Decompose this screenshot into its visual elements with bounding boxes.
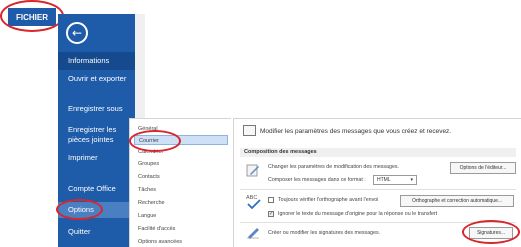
category-search[interactable]: Recherche	[134, 198, 228, 208]
signatures-text: Créer ou modifier les signatures des mes…	[268, 230, 381, 236]
category-groups[interactable]: Groupes	[134, 159, 228, 169]
mail-options-pane: Modifier les paramètres des messages que…	[233, 118, 521, 247]
svg-text:ABC: ABC	[246, 195, 257, 201]
options-category-list: Général Courrier Calendrier Groupes Cont…	[129, 118, 231, 247]
spellcheck-abc-icon: ABC	[246, 193, 262, 216]
category-general[interactable]: Général	[134, 124, 228, 134]
compose-format-label: Composer les messages dans ce format :	[268, 177, 366, 183]
pane-header: Modifier les paramètres des messages que…	[260, 128, 452, 135]
mail-settings-icon	[243, 125, 256, 136]
compose-format-value: HTML	[377, 177, 391, 183]
compose-format-select[interactable]: HTML ▾	[373, 175, 417, 185]
signatures-button[interactable]: Signatures...	[469, 227, 513, 239]
backstage-item-informations[interactable]: Informations	[58, 52, 135, 70]
back-arrow-icon[interactable]: ←	[66, 22, 88, 44]
file-tab[interactable]: FICHIER	[8, 8, 56, 26]
category-ease-of-access[interactable]: Facilité d'accès	[134, 224, 228, 234]
ignore-original-checkbox[interactable]: ✓	[268, 211, 274, 217]
ignore-original-label: Ignorer le texte du message d'origine po…	[278, 211, 438, 217]
backstage-item-quit[interactable]: Quitter	[58, 227, 135, 237]
divider	[240, 189, 516, 190]
category-contacts[interactable]: Contacts	[134, 172, 228, 182]
backstage-item-office-account[interactable]: Compte Office	[58, 184, 135, 194]
category-tasks[interactable]: Tâches	[134, 185, 228, 195]
backstage-item-options[interactable]: Options	[58, 202, 135, 218]
backstage-item-save-as[interactable]: Enregistrer sous	[58, 104, 135, 114]
section-compose-messages: Composition des messages	[240, 148, 516, 157]
change-settings-text: Changer les paramètres de modification d…	[268, 164, 400, 170]
chevron-down-icon: ▾	[410, 177, 413, 183]
spellcheck-label: Toujours vérifier l'orthographe avant l'…	[278, 197, 379, 203]
edit-pen-icon	[246, 163, 260, 182]
editor-options-button[interactable]: Options de l'éditeur...	[450, 162, 516, 174]
spellcheck-checkbox[interactable]	[268, 197, 274, 203]
divider	[240, 222, 516, 223]
category-advanced[interactable]: Options avancées	[134, 237, 228, 247]
category-language[interactable]: Langue	[134, 211, 228, 221]
category-mail[interactable]: Courrier	[134, 135, 228, 145]
backstage-item-open-export[interactable]: Ouvrir et exporter	[58, 74, 135, 84]
backstage-item-print[interactable]: Imprimer	[58, 153, 135, 163]
spelling-autocorrect-button[interactable]: Orthographe et correction automatique...	[400, 195, 514, 207]
backstage-sidebar: ← Informations Ouvrir et exporter Enregi…	[58, 14, 135, 247]
category-calendar[interactable]: Calendrier	[134, 147, 228, 157]
signature-pen-icon	[246, 226, 260, 244]
backstage-item-save-attachments[interactable]: Enregistrer les pièces jointes	[58, 125, 135, 145]
